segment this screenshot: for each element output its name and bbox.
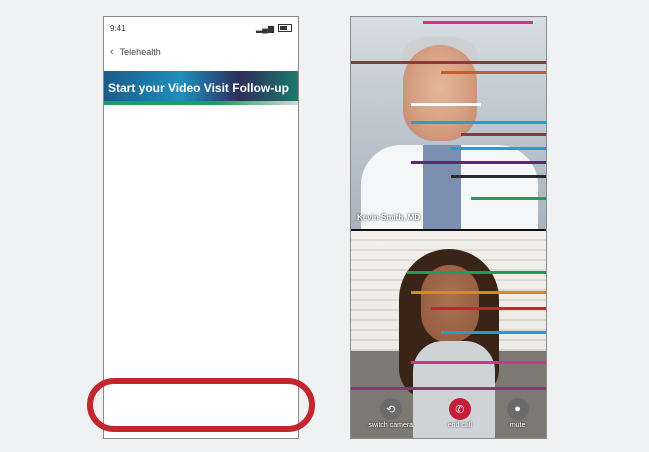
- doctor-name-label: Kevin Smith, MD: [357, 213, 421, 222]
- glitch-stripe: [411, 161, 546, 164]
- status-icons: ▂▄▆: [256, 24, 292, 33]
- doctor-video-feed: Kevin Smith, MD: [351, 17, 546, 229]
- glitch-stripe: [411, 291, 546, 294]
- status-time: 9:41: [110, 23, 126, 33]
- glitch-stripe: [351, 387, 546, 390]
- back-icon[interactable]: ‹: [110, 46, 114, 58]
- call-controls: ⟲ switch camera ✆ end call ● mute: [351, 392, 546, 438]
- end-call-label: end call: [447, 422, 472, 429]
- glitch-stripe: [461, 133, 546, 136]
- mute-control[interactable]: ● mute: [506, 398, 529, 429]
- app-title: Telehealth: [119, 47, 161, 57]
- status-bar: 9:41 ▂▄▆: [104, 17, 298, 39]
- doctor-shirt: [423, 145, 461, 229]
- switch-camera-control[interactable]: ⟲ switch camera: [368, 398, 413, 429]
- glitch-stripe: [441, 331, 546, 334]
- banner-text: Start your Video Visit Follow-up: [108, 81, 289, 95]
- phone-screen-right: Kevin Smith, MD ⟲ switch camera ✆ end ca…: [350, 16, 547, 439]
- glitch-stripe: [423, 21, 533, 24]
- switch-camera-label: switch camera: [368, 422, 414, 429]
- start-visit-banner[interactable]: Start your Video Visit Follow-up: [104, 71, 298, 105]
- glitch-stripe: [471, 197, 546, 200]
- doctor-face: [403, 45, 477, 141]
- glitch-stripe: [431, 307, 546, 310]
- glitch-stripe: [411, 103, 481, 106]
- signal-icon: ▂▄▆: [256, 23, 274, 33]
- app-header: ‹ Telehealth: [104, 41, 298, 63]
- glitch-stripe: [407, 271, 546, 274]
- mute-label: mute: [509, 422, 526, 429]
- camera-switch-icon[interactable]: ⟲: [379, 398, 402, 420]
- end-call-control[interactable]: ✆ end call: [448, 398, 472, 429]
- glitch-stripe: [351, 61, 546, 64]
- glitch-stripe: [411, 361, 546, 364]
- glitch-stripe: [451, 147, 546, 150]
- battery-icon: [278, 24, 292, 32]
- glitch-stripe: [441, 71, 546, 74]
- glitch-stripe: [411, 121, 546, 124]
- phone-screen-left: 9:41 ▂▄▆ ‹ Telehealth Start your Video V…: [103, 16, 299, 439]
- glitch-stripe: [451, 175, 546, 178]
- phone-hangup-icon[interactable]: ✆: [448, 398, 471, 420]
- mic-icon[interactable]: ●: [506, 398, 529, 420]
- highlight-annotation-ring: [87, 378, 315, 432]
